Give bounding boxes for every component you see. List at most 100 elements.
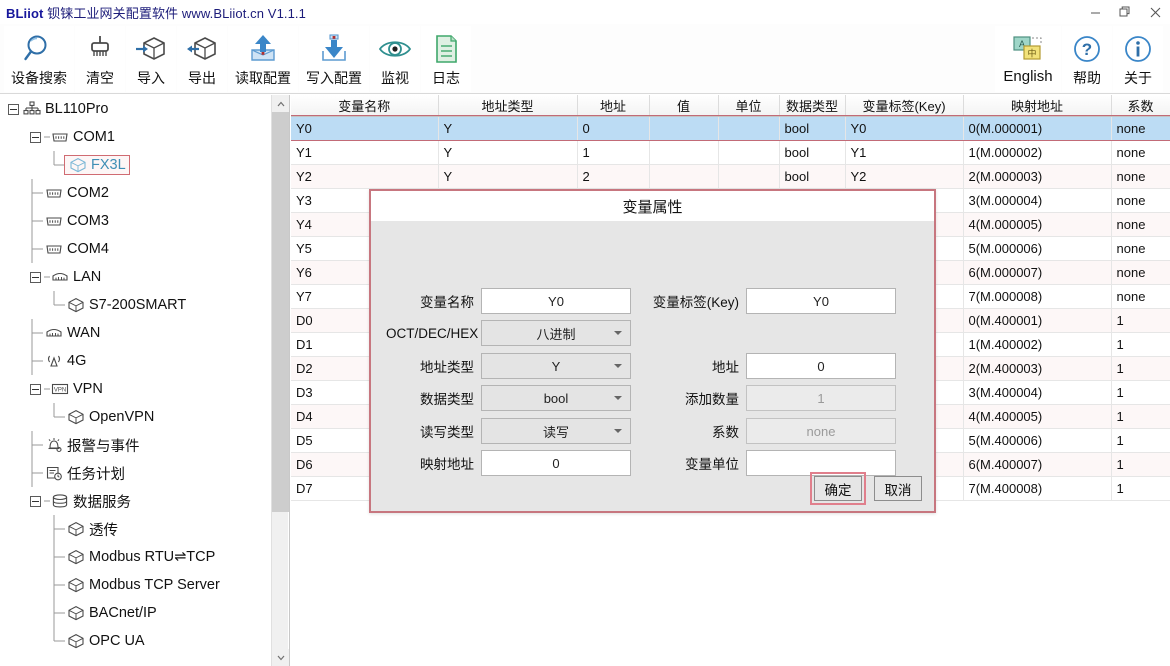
cell-map_addr[interactable]: 5(M.000006): [963, 236, 1112, 261]
cell-coef[interactable]: 1: [1111, 476, 1170, 501]
cell-coef[interactable]: none: [1111, 212, 1170, 237]
unit-input[interactable]: [746, 450, 896, 476]
cell-map_addr[interactable]: 1(M.000002): [963, 140, 1112, 165]
cell-coef[interactable]: none: [1111, 284, 1170, 309]
tree-collapse-toggle[interactable]: [30, 271, 41, 283]
scroll-down-arrow[interactable]: [272, 649, 289, 666]
cell-key[interactable]: Y0: [845, 116, 964, 141]
cell-coef[interactable]: none: [1111, 236, 1170, 261]
cell-coef[interactable]: 1: [1111, 452, 1170, 477]
cell-coef[interactable]: none: [1111, 188, 1170, 213]
table-row[interactable]: Y0 Y 0 bool Y0 0(M.000001) none: [291, 115, 1170, 141]
column-header-1[interactable]: 地址类型: [438, 95, 578, 117]
tree-collapse-toggle[interactable]: [30, 383, 41, 395]
cell-unit[interactable]: [718, 140, 780, 165]
cell-data_type[interactable]: bool: [779, 164, 846, 189]
coefficient-input[interactable]: none: [746, 418, 896, 444]
close-button[interactable]: [1140, 0, 1170, 24]
tree-item-com1[interactable]: COM1: [0, 123, 272, 151]
cell-coef[interactable]: 1: [1111, 428, 1170, 453]
cell-map_addr[interactable]: 0(M.000001): [963, 116, 1112, 141]
tree-item-opc-ua[interactable]: OPC UA: [0, 627, 272, 655]
tree-item-4g[interactable]: 4G: [0, 347, 272, 375]
tree-item-openvpn[interactable]: OpenVPN: [0, 403, 272, 431]
cell-map_addr[interactable]: 5(M.400006): [963, 428, 1112, 453]
rw-type-select[interactable]: 读写: [481, 418, 631, 444]
cell-key[interactable]: Y2: [845, 164, 964, 189]
clear-button[interactable]: 清空: [75, 26, 125, 92]
add-count-input[interactable]: 1: [746, 385, 896, 411]
cell-coef[interactable]: 1: [1111, 308, 1170, 333]
log-button[interactable]: 日志: [421, 26, 471, 92]
address-input[interactable]: 0: [746, 353, 896, 379]
cell-data_type[interactable]: bool: [779, 140, 846, 165]
map-address-input[interactable]: 0: [481, 450, 631, 476]
var-key-input[interactable]: Y0: [746, 288, 896, 314]
cell-coef[interactable]: none: [1111, 116, 1170, 141]
table-row[interactable]: Y1 Y 1 bool Y1 1(M.000002) none: [291, 140, 1170, 165]
tree-item-[interactable]: 任务计划: [0, 459, 272, 487]
cell-map_addr[interactable]: 4(M.400005): [963, 404, 1112, 429]
help-button[interactable]: ? 帮助: [1062, 26, 1112, 92]
maximize-button[interactable]: [1110, 0, 1140, 24]
tree-item-com4[interactable]: COM4: [0, 235, 272, 263]
cell-map_addr[interactable]: 6(M.400007): [963, 452, 1112, 477]
table-row[interactable]: Y2 Y 2 bool Y2 2(M.000003) none: [291, 164, 1170, 189]
tree-item-bacnet-ip[interactable]: BACnet/IP: [0, 599, 272, 627]
var-name-input[interactable]: Y0: [481, 288, 631, 314]
tree-collapse-toggle[interactable]: [30, 495, 41, 507]
device-search-button[interactable]: 设备搜索: [4, 26, 74, 92]
column-header-5[interactable]: 数据类型: [779, 95, 846, 117]
cell-unit[interactable]: [718, 164, 780, 189]
scroll-up-arrow[interactable]: [272, 95, 289, 112]
tree-collapse-toggle[interactable]: [30, 131, 41, 143]
cell-coef[interactable]: none: [1111, 164, 1170, 189]
addr-type-select[interactable]: Y: [481, 353, 631, 379]
cell-map_addr[interactable]: 1(M.400002): [963, 332, 1112, 357]
tree-item-[interactable]: 报警与事件: [0, 431, 272, 459]
cell-value[interactable]: [649, 140, 719, 165]
cell-map_addr[interactable]: 2(M.000003): [963, 164, 1112, 189]
cell-key[interactable]: Y1: [845, 140, 964, 165]
device-tree-sidebar[interactable]: BL110Pro COM1 FX3L COM2 COM3 COM4 LAN S7-200SMA…: [0, 95, 290, 666]
cell-map_addr[interactable]: 3(M.400004): [963, 380, 1112, 405]
cell-address[interactable]: 1: [577, 140, 650, 165]
read-config-button[interactable]: 读取配置: [228, 26, 298, 92]
minimize-button[interactable]: [1080, 0, 1110, 24]
cell-name[interactable]: Y2: [291, 164, 439, 189]
column-header-2[interactable]: 地址: [577, 95, 650, 117]
column-header-8[interactable]: 系数: [1111, 95, 1170, 117]
cell-value[interactable]: [649, 164, 719, 189]
column-header-7[interactable]: 映射地址: [963, 95, 1112, 117]
tree-item-com2[interactable]: COM2: [0, 179, 272, 207]
cancel-button[interactable]: 取消: [874, 476, 922, 501]
cell-map_addr[interactable]: 7(M.000008): [963, 284, 1112, 309]
tree-item-bl110pro[interactable]: BL110Pro: [0, 95, 272, 123]
cell-coef[interactable]: 1: [1111, 356, 1170, 381]
cell-coef[interactable]: 1: [1111, 380, 1170, 405]
tree-item-[interactable]: 透传: [0, 515, 272, 543]
cell-unit[interactable]: [718, 116, 780, 141]
cell-addr_type[interactable]: Y: [438, 164, 578, 189]
language-button[interactable]: A 中 English: [995, 26, 1061, 92]
tree-item-s7-200smart[interactable]: S7-200SMART: [0, 291, 272, 319]
cell-name[interactable]: Y1: [291, 140, 439, 165]
cell-addr_type[interactable]: Y: [438, 140, 578, 165]
tree-item-com3[interactable]: COM3: [0, 207, 272, 235]
column-header-6[interactable]: 变量标签(Key): [845, 95, 964, 117]
column-header-4[interactable]: 单位: [718, 95, 780, 117]
cell-data_type[interactable]: bool: [779, 116, 846, 141]
monitor-button[interactable]: 监视: [370, 26, 420, 92]
tree-item-vpn[interactable]: VPN VPN: [0, 375, 272, 403]
tree-item-wan[interactable]: WAN: [0, 319, 272, 347]
column-header-0[interactable]: 变量名称: [291, 95, 439, 117]
data-type-select[interactable]: bool: [481, 385, 631, 411]
cell-coef[interactable]: 1: [1111, 404, 1170, 429]
cell-address[interactable]: 0: [577, 116, 650, 141]
cell-coef[interactable]: none: [1111, 140, 1170, 165]
sidebar-scrollbar[interactable]: [271, 95, 289, 666]
cell-map_addr[interactable]: 7(M.400008): [963, 476, 1112, 501]
cell-map_addr[interactable]: 2(M.400003): [963, 356, 1112, 381]
tree-item-fx3l[interactable]: FX3L: [0, 151, 272, 179]
cell-coef[interactable]: 1: [1111, 332, 1170, 357]
